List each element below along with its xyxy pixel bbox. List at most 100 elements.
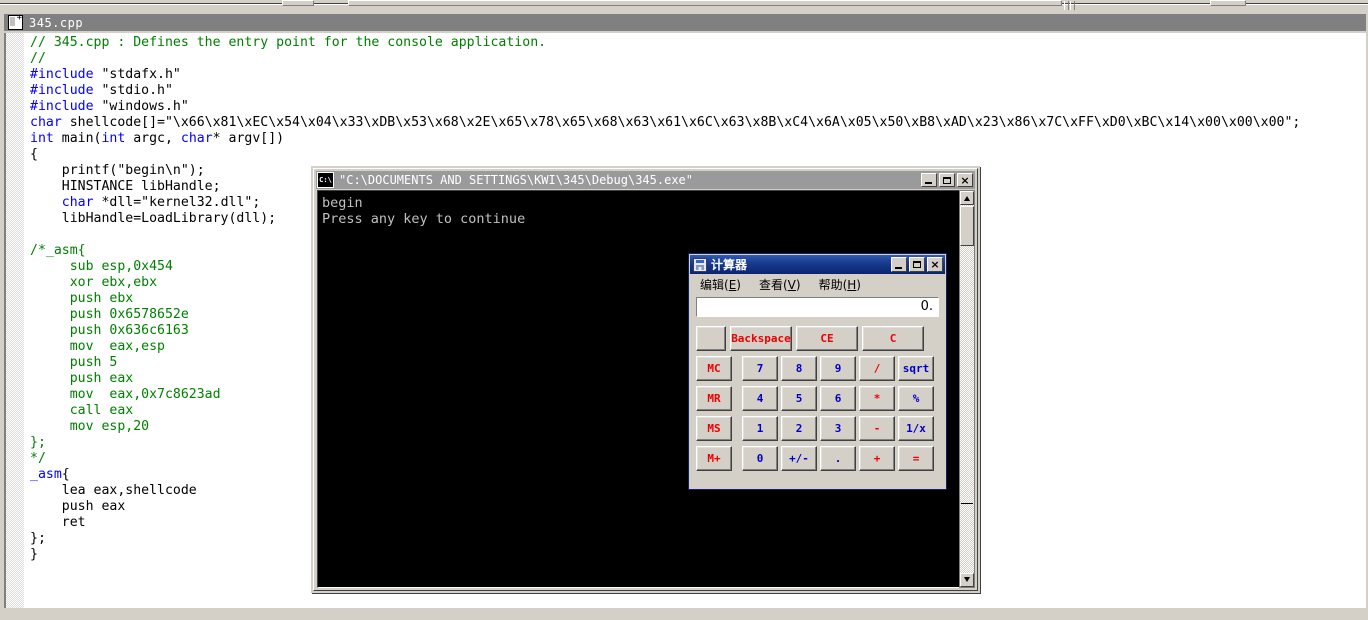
calc-key-1[interactable]: 1 [742,416,778,441]
calc-key-ce[interactable]: CE [796,326,858,351]
calc-key-mr[interactable]: MR [696,386,732,411]
memory-indicator-box [696,326,726,351]
code-token: push ebx [30,291,134,306]
code-token: sub esp,0x454 [30,259,173,274]
code-token: "windows.h" [93,99,189,114]
code-token: */ [30,451,46,466]
toolbar-stub-right[interactable] [1210,0,1246,6]
calc-key-0[interactable]: 0 [742,446,778,471]
calc-key-7[interactable]: 7 [742,356,778,381]
scroll-up-arrow-icon[interactable] [960,191,974,205]
scroll-down-arrow-icon[interactable] [960,573,974,587]
code-token: mov eax,0x7c8623ad [30,387,221,402]
code-token: // [30,51,46,66]
code-token: * argv[]) [212,131,285,146]
code-token: int [101,131,126,146]
calc-key-9[interactable]: 9 [820,356,856,381]
console-line: Press any key to continue [322,211,526,227]
calc-key-mplus[interactable]: M+ [696,446,732,471]
code-line: #include "stdafx.h" [30,67,1366,83]
console-titlebar[interactable]: C:\ "C:\DOCUMENTS AND SETTINGS\KWI\345\D… [316,171,975,189]
code-line: { [30,147,1366,163]
code-line: // 345.cpp : Defines the entry point for… [30,35,1366,51]
calc-key-multiply[interactable]: * [859,386,895,411]
calc-key-mc[interactable]: MC [696,356,732,381]
calc-key-3[interactable]: 3 [820,416,856,441]
console-maximize-button[interactable] [939,173,955,187]
code-token: push eax [30,371,134,386]
console-title-label: "C:\DOCUMENTS AND SETTINGS\KWI\345\Debug… [339,173,694,187]
cpp-file-icon [8,13,23,30]
console-line: begin [322,195,363,211]
console-icon: C:\ [317,172,334,188]
code-line: #include "stdio.h" [30,83,1366,99]
calc-key-c[interactable]: C [862,326,924,351]
calc-key-2[interactable]: 2 [781,416,817,441]
code-token: main( [53,131,102,146]
code-token: _asm [30,467,62,482]
code-token: printf("begin\n"); [30,163,205,178]
code-token: "stdio.h" [93,83,173,98]
code-token: #include [30,67,94,82]
toolbar-strip [0,0,1368,12]
calc-key-plus[interactable]: + [859,446,895,471]
calc-key-decimal[interactable]: . [820,446,856,471]
code-token: #include [30,99,94,114]
toolbar-stub-middle[interactable] [348,0,1062,6]
calculator-keypad: Backspace CE C MC 7 8 9/sqrt MR 4 5 6 *% MS 1 2 3-1/x M+… [689,254,948,491]
selection-margin[interactable] [6,33,25,618]
code-token: /*_asm{ [30,243,86,258]
code-token: shellcode[]="\x66\x81\xEC\x54\x04\x33\xD… [61,115,1301,130]
calc-key-4[interactable]: 4 [742,386,778,411]
console-output-text: begin Press any key to continue [322,195,525,227]
editor-titlebar[interactable]: 345.cpp [4,13,1366,31]
code-token: char [30,115,62,130]
code-token: libHandle=LoadLibrary(dll); [30,211,277,226]
editor-bottom-frame [0,608,1368,620]
code-token: }; [30,435,46,450]
code-token: }; [30,531,46,546]
code-line: #include "windows.h" [30,99,1366,115]
calc-key-5[interactable]: 5 [781,386,817,411]
calc-key-6[interactable]: 6 [820,386,856,411]
code-token: char [61,195,94,210]
console-close-button[interactable]: × [957,173,973,187]
code-line: int main(int argc, char* argv[]) [30,131,1366,147]
console-minimize-button[interactable] [921,173,937,187]
calc-key-minus[interactable]: - [859,416,895,441]
code-token: "stdafx.h" [93,67,181,82]
calc-key-backspace[interactable]: Backspace [730,326,792,351]
scrollbar-thumb[interactable] [960,206,974,246]
code-token: *dll="kernel32.dll"; [93,195,261,210]
toolbar-grip-one[interactable] [1064,1,1069,10]
scrollbar-track-mark [961,503,973,504]
calc-key-1slashx[interactable]: 1/x [898,416,934,441]
calc-key-plusslashminus[interactable]: +/- [781,446,817,471]
code-token: mov eax,esp [30,339,165,354]
code-token: int [30,131,54,146]
calc-key-equals[interactable]: = [898,446,934,471]
code-token: push eax [30,499,126,514]
calc-key-8[interactable]: 8 [781,356,817,381]
toolbar-stub-left[interactable] [282,0,314,6]
editor-title-label: 345.cpp [29,15,84,30]
toolbar-grip-two[interactable] [1070,1,1075,10]
code-token: lea eax,shellcode [30,483,197,498]
calc-key-slash[interactable]: / [859,356,895,381]
code-token: call eax [30,403,134,418]
code-token: ret [30,515,86,530]
calc-key-percent[interactable]: % [898,386,934,411]
calc-key-ms[interactable]: MS [696,416,732,441]
code-token: { [61,467,70,482]
code-token: mov esp,20 [30,419,150,434]
calculator-window[interactable]: 计算器 × 编辑(E) 查看(V) 帮助(H) 0. Backspace CE C MC 7… [688,253,947,490]
console-vertical-scrollbar[interactable] [959,190,975,588]
code-token: // 345.cpp : Defines the entry point for… [30,35,547,50]
code-line: char shellcode[]="\x66\x81\xEC\x54\x04\x… [30,115,1366,131]
code-token: { [30,147,38,162]
calc-key-sqrt[interactable]: sqrt [898,356,934,381]
code-token: char [180,131,213,146]
code-token: push 5 [30,355,118,370]
code-token: argc, [125,131,181,146]
